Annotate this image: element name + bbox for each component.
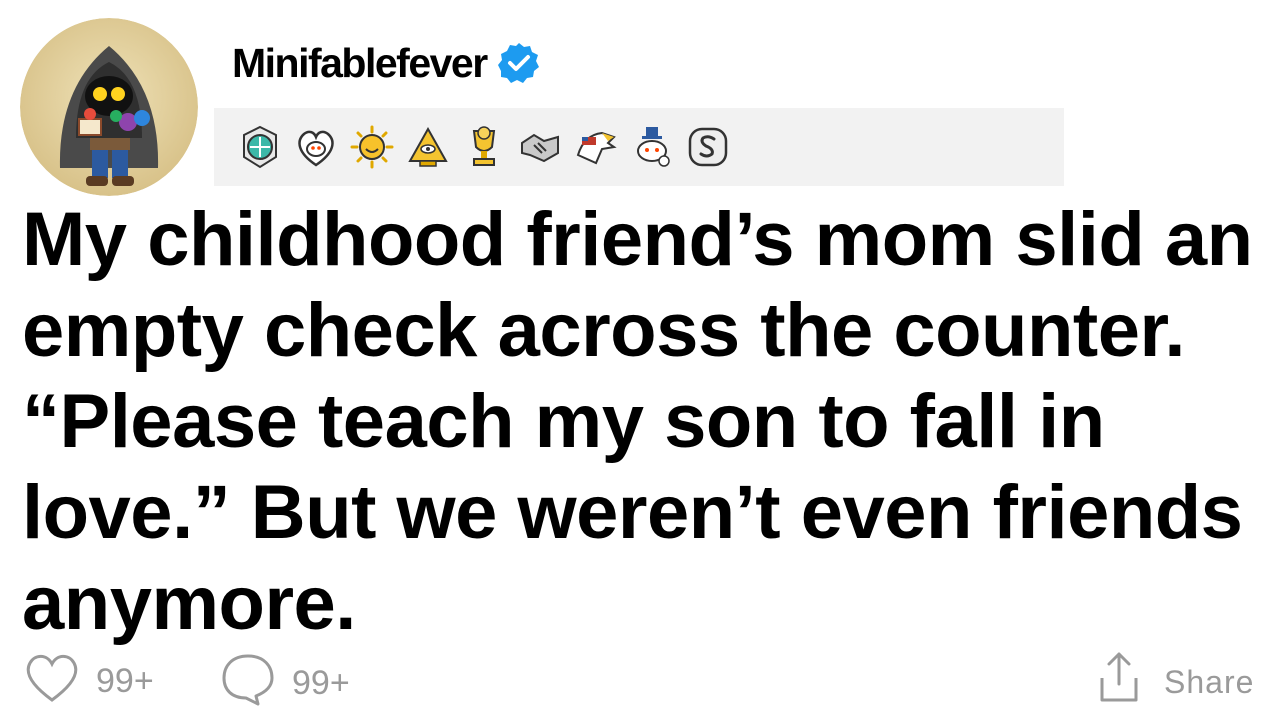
comment-button[interactable]: 99+ [218,650,350,717]
sun-award-icon [346,121,398,173]
comment-count: 99+ [292,664,350,702]
avatar[interactable] [20,18,198,196]
pyramid-eye-award-icon [402,121,454,173]
post-footer: 99+ 99+ Share [0,640,1280,716]
silver-s-award-icon [682,121,734,173]
share-button[interactable]: Share [1096,650,1254,715]
snoo-hat-award-icon [626,121,678,173]
trophy-award-icon [458,121,510,173]
share-label: Share [1164,664,1255,700]
username[interactable]: Minifablefever [232,40,488,87]
eagle-award-icon [570,121,622,173]
like-button[interactable]: 99+ [22,650,154,713]
handshake-award-icon [514,121,566,173]
username-row: Minifablefever [232,38,541,88]
awards-bar [214,108,1064,186]
comment-bubble-icon [218,650,278,717]
gem-award-icon [234,121,286,173]
heart-snoo-award-icon [290,121,342,173]
post-title: My childhood friend’s mom slid an empty … [22,197,1253,646]
verified-badge-icon [497,41,541,85]
share-icon [1096,650,1142,715]
like-count: 99+ [96,662,154,700]
heart-icon [22,650,82,713]
